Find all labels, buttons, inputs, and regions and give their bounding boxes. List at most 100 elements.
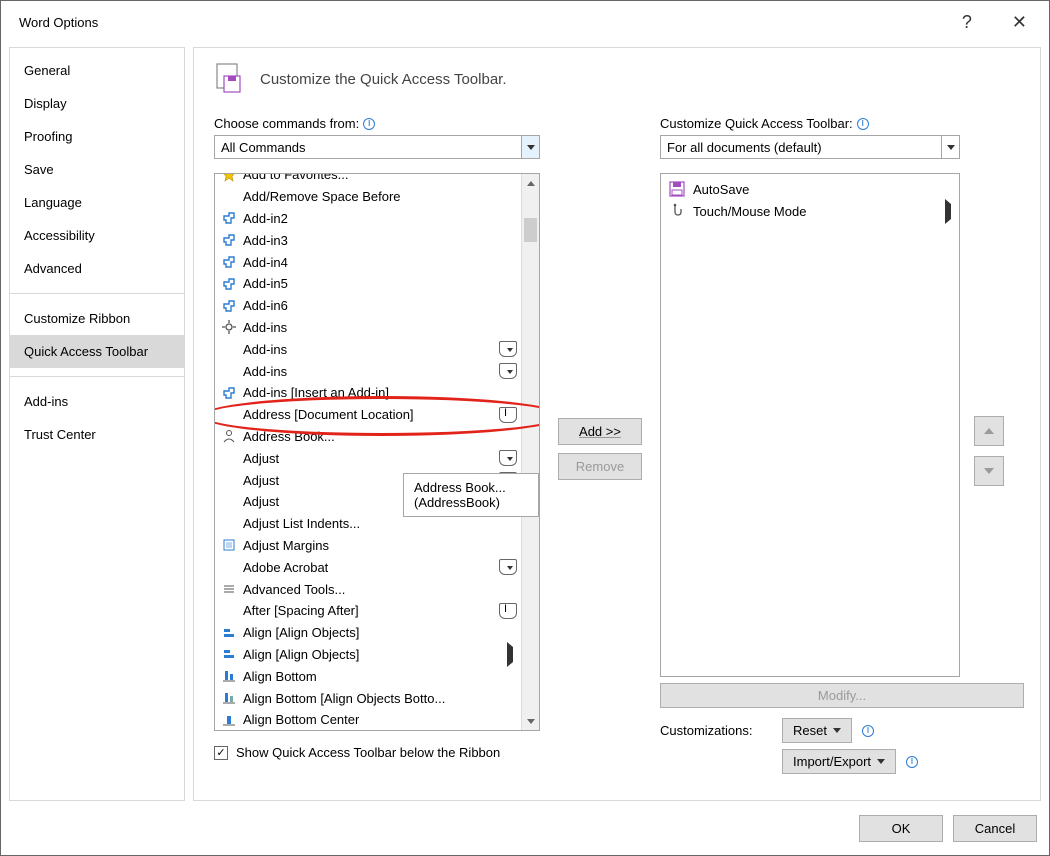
remove-button[interactable]: Remove — [558, 453, 642, 480]
sidebar-item-customize-ribbon[interactable]: Customize Ribbon — [10, 302, 184, 335]
addin-icon — [219, 233, 239, 247]
list-item-label: Add-in5 — [243, 276, 288, 291]
list-item-label: Adjust — [243, 494, 279, 509]
sidebar-item-trust-center[interactable]: Trust Center — [10, 418, 184, 451]
list-item[interactable]: Address [Document Location] — [215, 404, 521, 426]
list-item[interactable]: Align [Align Objects] — [215, 644, 521, 666]
quick-access-header-icon — [214, 62, 248, 96]
move-up-button[interactable] — [974, 416, 1004, 446]
list-item-label: AutoSave — [693, 182, 749, 197]
titlebar: Word Options ? ✕ — [1, 1, 1049, 43]
list-item[interactable]: Add-in2 — [215, 208, 521, 230]
list-item[interactable]: Align Bottom [Align Objects Botto... — [215, 687, 521, 709]
qat-target-column: Customize Quick Access Toolbar: i For al… — [660, 116, 1024, 782]
list-item[interactable]: Add-ins — [215, 360, 521, 382]
touch-icon — [667, 203, 687, 219]
add-remove-column: Add >> Remove — [552, 116, 648, 782]
list-item-label: Advanced Tools... — [243, 582, 345, 597]
info-icon[interactable]: i — [363, 118, 375, 130]
list-item[interactable]: Align Bottom Center — [215, 709, 521, 730]
list-item-label: After [Spacing After] — [243, 603, 359, 618]
scroll-down-icon[interactable] — [522, 712, 539, 730]
list-item[interactable]: After [Spacing After] — [215, 600, 521, 622]
list-item[interactable]: AutoSave — [663, 178, 957, 200]
info-icon[interactable]: i — [857, 118, 869, 130]
help-icon[interactable]: ? — [962, 12, 972, 33]
sidebar-item-general[interactable]: General — [10, 54, 184, 87]
customizations-label: Customizations: — [660, 723, 772, 738]
customize-qat-combo[interactable]: For all documents (default) — [660, 135, 960, 159]
edit-indicator-icon — [499, 603, 517, 619]
list-item-label: Add-ins — [243, 320, 287, 335]
alignbctr-icon — [219, 713, 239, 727]
available-commands-list[interactable]: Address Book... (AddressBook) Add to Fav… — [214, 173, 540, 731]
list-item[interactable]: Add-in5 — [215, 273, 521, 295]
main-panel: Customize the Quick Access Toolbar. Choo… — [193, 47, 1041, 801]
import-export-button[interactable]: Import/Export — [782, 749, 896, 774]
sidebar-item-add-ins[interactable]: Add-ins — [10, 385, 184, 418]
list-item-label: Add-in4 — [243, 255, 288, 270]
list-item[interactable]: Add-ins — [215, 338, 521, 360]
customize-qat-label: Customize Quick Access Toolbar: — [660, 116, 853, 131]
sidebar: General Display Proofing Save Language A… — [9, 47, 185, 801]
list-item[interactable]: Add-ins [Insert an Add-in] — [215, 382, 521, 404]
reset-button[interactable]: Reset — [782, 718, 852, 743]
list-item[interactable]: Add-ins — [215, 317, 521, 339]
list-item[interactable]: Add-in4 — [215, 251, 521, 273]
addin-icon — [219, 299, 239, 313]
choose-commands-combo[interactable]: All Commands — [214, 135, 540, 159]
list-item[interactable]: Align Bottom — [215, 665, 521, 687]
sidebar-item-advanced[interactable]: Advanced — [10, 252, 184, 285]
tooltip: Address Book... (AddressBook) — [403, 473, 539, 517]
sidebar-item-save[interactable]: Save — [10, 153, 184, 186]
list-item[interactable]: Add to Favorites... — [215, 174, 521, 186]
list-item[interactable]: Address Book... — [215, 426, 521, 448]
scroll-thumb[interactable] — [524, 218, 537, 242]
addin-icon — [219, 255, 239, 269]
modify-button[interactable]: Modify... — [660, 683, 1024, 708]
list-item-label: Add-ins — [243, 342, 287, 357]
list-item[interactable]: Adjust — [215, 447, 521, 469]
submenu-arrow-icon — [945, 204, 951, 219]
choose-commands-label: Choose commands from: — [214, 116, 359, 131]
info-icon[interactable]: i — [906, 756, 918, 768]
list-item[interactable]: Add/Remove Space Before — [215, 186, 521, 208]
list-item-label: Address Book... — [243, 429, 335, 444]
list-item-label: Align Bottom [Align Objects Botto... — [243, 691, 445, 706]
customize-qat-value: For all documents (default) — [667, 140, 822, 155]
list-item-label: Add-in3 — [243, 233, 288, 248]
save-icon — [667, 181, 687, 197]
list-item-label: Align Bottom — [243, 669, 317, 684]
list-item[interactable]: Adobe Acrobat — [215, 556, 521, 578]
cancel-button[interactable]: Cancel — [953, 815, 1037, 842]
list-item-label: Add to Favorites... — [243, 174, 349, 182]
info-icon[interactable]: i — [862, 725, 874, 737]
list-item[interactable]: Touch/Mouse Mode — [663, 200, 957, 222]
sidebar-item-display[interactable]: Display — [10, 87, 184, 120]
sidebar-item-quick-access-toolbar[interactable]: Quick Access Toolbar — [10, 335, 184, 368]
list-item-label: Add-ins [Insert an Add-in] — [243, 385, 389, 400]
scrollbar[interactable] — [521, 174, 539, 730]
sidebar-item-language[interactable]: Language — [10, 186, 184, 219]
addin-icon — [219, 386, 239, 400]
align-icon — [219, 626, 239, 640]
list-item[interactable]: Adjust Margins — [215, 535, 521, 557]
list-item[interactable]: Add-in6 — [215, 295, 521, 317]
sidebar-item-proofing[interactable]: Proofing — [10, 120, 184, 153]
edit-indicator-icon — [499, 407, 517, 423]
dropdown-indicator-icon — [499, 559, 517, 575]
list-item-label: Adjust — [243, 451, 279, 466]
qat-commands-list[interactable]: AutoSave Touch/Mouse Mode — [660, 173, 960, 677]
list-item[interactable]: Advanced Tools... — [215, 578, 521, 600]
ok-button[interactable]: OK — [859, 815, 943, 842]
add-button[interactable]: Add >> — [558, 418, 642, 445]
move-down-button[interactable] — [974, 456, 1004, 486]
sidebar-item-accessibility[interactable]: Accessibility — [10, 219, 184, 252]
margins-icon — [219, 538, 239, 552]
close-icon[interactable]: ✕ — [1012, 12, 1027, 33]
scroll-up-icon[interactable] — [522, 174, 539, 192]
show-qat-below-ribbon-checkbox[interactable]: ✓ Show Quick Access Toolbar below the Ri… — [214, 745, 540, 760]
dropdown-indicator-icon — [499, 341, 517, 357]
list-item[interactable]: Add-in3 — [215, 229, 521, 251]
list-item[interactable]: Align [Align Objects] — [215, 622, 521, 644]
